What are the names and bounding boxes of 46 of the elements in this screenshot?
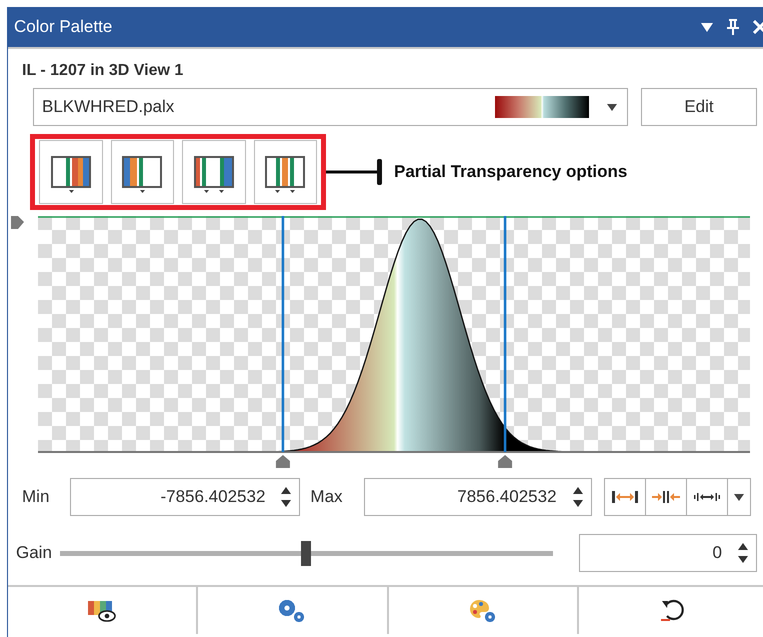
range-marker-line[interactable] bbox=[282, 216, 284, 452]
max-field[interactable]: 7856.402532 bbox=[364, 478, 592, 516]
marker-handle[interactable] bbox=[276, 455, 290, 468]
transparency-button[interactable] bbox=[254, 140, 317, 204]
max-label: Max bbox=[310, 487, 343, 507]
palette-dropdown[interactable]: BLKWHRED.palx bbox=[33, 88, 628, 126]
transparency-button[interactable] bbox=[182, 140, 246, 204]
dropdown-caret-icon bbox=[734, 494, 744, 500]
palette-eye-icon bbox=[88, 598, 116, 622]
range-marker-line[interactable] bbox=[504, 216, 506, 452]
spin-up-icon[interactable] bbox=[572, 487, 583, 494]
number-value: -7856.402532 bbox=[159, 487, 266, 507]
spin-down-icon[interactable] bbox=[572, 500, 583, 507]
fit-range-icon bbox=[694, 492, 720, 502]
edit-button[interactable]: Edit bbox=[641, 88, 757, 126]
min-field[interactable]: -7856.402532 bbox=[70, 478, 300, 516]
layer-label: IL - 1207 in 3D View 1 bbox=[22, 62, 184, 80]
window-title: Color Palette bbox=[14, 17, 114, 37]
spin-down-icon[interactable] bbox=[281, 500, 292, 507]
slider-thumb[interactable] bbox=[301, 540, 312, 566]
color-bands-icon bbox=[265, 156, 306, 194]
reset-icon bbox=[658, 598, 687, 624]
spin-up-icon[interactable] bbox=[281, 487, 292, 494]
dropdown-caret-icon bbox=[607, 104, 617, 110]
transparency-button[interactable] bbox=[110, 140, 174, 204]
min-label: Min bbox=[22, 487, 50, 507]
gain-field[interactable]: 0 bbox=[578, 534, 757, 572]
color-bands-icon bbox=[194, 156, 234, 194]
color-bands-icon bbox=[50, 156, 91, 194]
number-value: 7856.402532 bbox=[456, 487, 558, 507]
transparency-button[interactable] bbox=[39, 140, 102, 204]
palette-gear-icon bbox=[468, 598, 497, 622]
annotation-text: Partial Transparency options bbox=[394, 162, 628, 182]
expand-range-icon bbox=[612, 491, 638, 503]
spin-up-icon[interactable] bbox=[738, 543, 748, 550]
close-icon[interactable] bbox=[753, 20, 763, 34]
number-value: 0 bbox=[711, 543, 723, 563]
marker-handle[interactable] bbox=[498, 455, 512, 468]
annotation-pointer bbox=[326, 159, 382, 185]
gain-label: Gain bbox=[16, 543, 52, 563]
left-handle-icon bbox=[11, 216, 24, 229]
contract-range-icon bbox=[652, 491, 680, 503]
pin-icon[interactable] bbox=[727, 19, 739, 35]
menu-caret-icon[interactable] bbox=[701, 22, 713, 32]
color-bands-icon bbox=[122, 156, 162, 194]
spin-down-icon[interactable] bbox=[738, 556, 748, 563]
